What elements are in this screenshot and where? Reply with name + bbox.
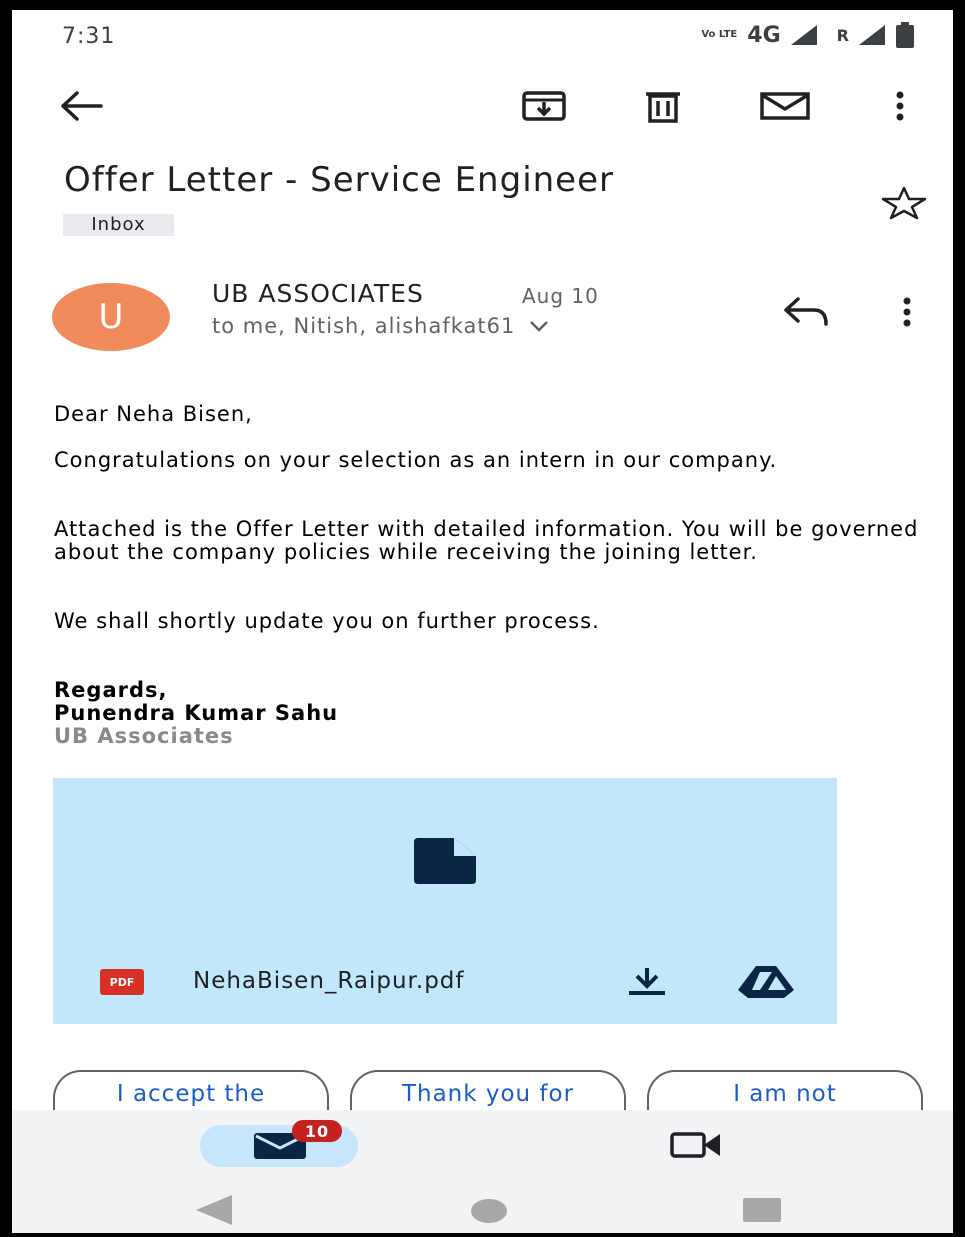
recipients-text: to me, Nitish, alishafkat61 <box>212 314 516 338</box>
archive-button[interactable] <box>520 86 568 126</box>
unread-count-badge: 10 <box>292 1120 342 1142</box>
mail-icon <box>760 92 810 120</box>
signature-regards: Regards, <box>54 678 168 702</box>
arrow-left-icon <box>61 91 103 121</box>
message-more-button[interactable] <box>900 296 914 332</box>
email-greeting: Dear Neha Bisen, <box>54 402 253 426</box>
signal-icon-2 <box>859 25 885 45</box>
sender-avatar[interactable]: U <box>52 283 170 351</box>
sender-name[interactable]: UB ASSOCIATES <box>212 279 424 308</box>
network-type: 4G <box>747 22 781 48</box>
system-home-button[interactable] <box>471 1199 507 1227</box>
trash-icon <box>646 92 680 123</box>
square-recents-icon <box>743 1198 781 1222</box>
pdf-badge: PDF <box>100 969 144 995</box>
reply-button[interactable] <box>782 296 830 332</box>
star-icon <box>881 186 927 220</box>
roaming-indicator: R <box>836 25 849 45</box>
signal-icon <box>790 25 817 45</box>
save-to-drive-button[interactable] <box>738 966 794 1002</box>
attachment-filename[interactable]: NehaBisen_Raipur.pdf <box>193 968 465 994</box>
system-recents-button[interactable] <box>743 1198 781 1226</box>
download-button[interactable] <box>627 966 667 1000</box>
more-vert-icon <box>903 297 911 327</box>
file-icon <box>414 838 476 888</box>
triangle-back-icon <box>196 1195 232 1225</box>
system-back-button[interactable] <box>196 1195 232 1229</box>
circle-home-icon <box>471 1199 507 1223</box>
status-time: 7:31 <box>62 24 116 49</box>
inbox-label[interactable]: Inbox <box>63 214 174 236</box>
nav-meet-tab[interactable] <box>670 1130 722 1164</box>
more-options-button[interactable] <box>886 86 914 126</box>
signature-name: Punendra Kumar Sahu <box>54 701 339 725</box>
email-date: Aug 10 <box>522 284 599 308</box>
mark-unread-button[interactable] <box>758 86 812 126</box>
status-icons: Vo LTE 4G R <box>701 22 915 48</box>
more-vert-icon <box>896 91 904 121</box>
email-paragraph-2: Attached is the Offer Letter with detail… <box>54 517 919 564</box>
email-paragraph-1: Congratulations on your selection as an … <box>54 448 778 472</box>
chevron-down-icon <box>530 321 549 332</box>
reply-icon <box>784 297 828 326</box>
star-button[interactable] <box>880 186 928 224</box>
volte-indicator: Vo LTE <box>701 29 738 40</box>
drive-icon <box>738 966 794 998</box>
archive-icon <box>522 91 566 121</box>
back-button[interactable] <box>58 86 104 126</box>
delete-button[interactable] <box>640 86 686 126</box>
download-icon <box>629 968 665 995</box>
video-camera-icon <box>670 1132 720 1158</box>
email-paragraph-3: We shall shortly update you on further p… <box>54 609 600 633</box>
battery-icon <box>896 22 914 48</box>
recipients-toggle[interactable]: to me, Nitish, alishafkat61 <box>212 314 549 338</box>
email-subject: Offer Letter - Service Engineer <box>64 160 614 200</box>
signature-company: UB Associates <box>54 724 234 748</box>
